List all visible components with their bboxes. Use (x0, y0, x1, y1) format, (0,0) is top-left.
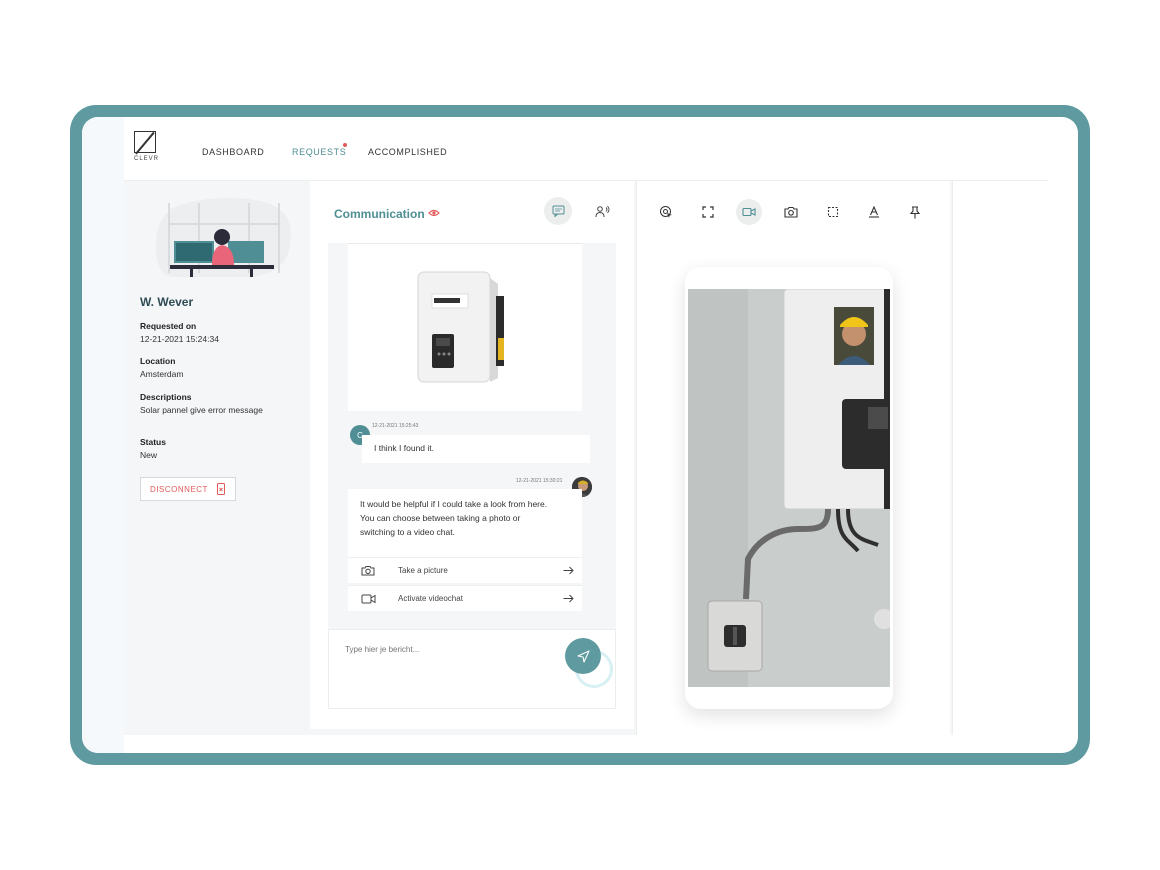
logo[interactable]: CLEVR (134, 131, 162, 171)
disconnect-label: DISCONNECT (150, 484, 208, 494)
user-name: W. Wever (140, 295, 194, 309)
disconnect-button[interactable]: DISCONNECT (140, 477, 236, 501)
activate-videochat-option[interactable]: Activate videochat (348, 585, 582, 611)
fullscreen-tool[interactable] (695, 199, 721, 225)
top-nav: CLEVR DASHBOARD REQUESTS ACCOMPLISHED (124, 123, 1048, 181)
pointer-tool[interactable] (653, 199, 679, 225)
message-composer (328, 629, 616, 709)
voice-mode-button[interactable] (588, 197, 616, 225)
eye-icon (428, 209, 440, 217)
description-value: Solar pannel give error message (140, 405, 263, 415)
logo-mark-icon (134, 131, 156, 153)
live-video-feed[interactable] (688, 289, 890, 687)
video-camera-icon (742, 207, 756, 217)
requested-on-label: Requested on (140, 321, 197, 331)
location-label: Location (140, 356, 176, 366)
outgoing-message-line: You can choose between taking a photo or (360, 513, 521, 523)
phone-disconnect-icon (216, 483, 225, 495)
video-icon (361, 594, 375, 603)
voice-icon (595, 205, 609, 217)
incoming-message-text: I think I found it. (374, 443, 435, 453)
app-window: CLEVR DASHBOARD REQUESTS ACCOMPLISHED W.… (124, 123, 1048, 735)
camera-icon (361, 566, 375, 576)
take-picture-option[interactable]: Take a picture (348, 557, 582, 583)
support-illustration (155, 197, 291, 277)
send-icon (576, 649, 590, 663)
video-frame (688, 289, 890, 687)
status-label: Status (140, 437, 166, 447)
pointer-target-icon (660, 206, 672, 218)
message-timestamp: 12-21-2021 15:25:43 (372, 423, 419, 429)
outgoing-message-line: switching to a video chat. (360, 527, 455, 537)
side-strip (82, 117, 124, 753)
outgoing-message-line: It would be helpful if I could take a lo… (360, 499, 548, 509)
camera-icon (784, 206, 798, 218)
message-input[interactable] (345, 640, 545, 658)
device-frame: CLEVR DASHBOARD REQUESTS ACCOMPLISHED W.… (70, 105, 1090, 765)
request-details-panel: W. Wever Requested on 12-21-2021 15:24:3… (124, 181, 308, 735)
frame-inner: CLEVR DASHBOARD REQUESTS ACCOMPLISHED W.… (82, 117, 1078, 753)
communication-panel: Communication C 12-21-2021 15:25:43 I th… (310, 181, 634, 729)
activate-videochat-label: Activate videochat (398, 594, 463, 603)
communication-title: Communication (334, 207, 425, 221)
annotation-toolbar (637, 197, 951, 227)
text-tool[interactable] (861, 199, 887, 225)
requested-on-value: 12-21-2021 15:24:34 (140, 334, 219, 344)
nav-requests[interactable]: REQUESTS (292, 147, 346, 157)
notification-dot (343, 143, 347, 147)
video-tool[interactable] (736, 199, 762, 225)
inverter-image (417, 271, 504, 383)
phone-preview (685, 267, 893, 709)
incoming-message: I think I found it. (362, 435, 590, 463)
text-icon (869, 206, 879, 218)
arrow-right-icon (563, 566, 574, 575)
nav-dashboard[interactable]: DASHBOARD (202, 147, 264, 157)
fullscreen-icon (702, 206, 714, 218)
take-picture-label: Take a picture (398, 566, 448, 575)
crop-select-icon (827, 206, 839, 218)
video-panel (636, 181, 950, 735)
status-value: New (140, 450, 158, 460)
product-image-card[interactable] (348, 243, 582, 411)
snapshot-tool[interactable] (778, 199, 804, 225)
chat-thread: C 12-21-2021 15:25:43 I think I found it… (328, 243, 616, 629)
empty-side-panel (952, 181, 1048, 735)
outgoing-message: It would be helpful if I could take a lo… (348, 489, 582, 557)
chat-mode-button[interactable] (544, 197, 572, 225)
pin-icon (909, 205, 921, 218)
nav-accomplished[interactable]: ACCOMPLISHED (368, 147, 447, 157)
chat-icon (552, 205, 564, 217)
description-label: Descriptions (140, 392, 192, 402)
logo-text: CLEVR (134, 156, 160, 162)
message-timestamp: 12-21-2021 15:30:21 (516, 478, 563, 484)
pin-tool[interactable] (902, 199, 928, 225)
arrow-right-icon (563, 594, 574, 603)
crop-tool[interactable] (820, 199, 846, 225)
send-button[interactable] (565, 638, 601, 674)
location-value: Amsterdam (140, 369, 184, 379)
